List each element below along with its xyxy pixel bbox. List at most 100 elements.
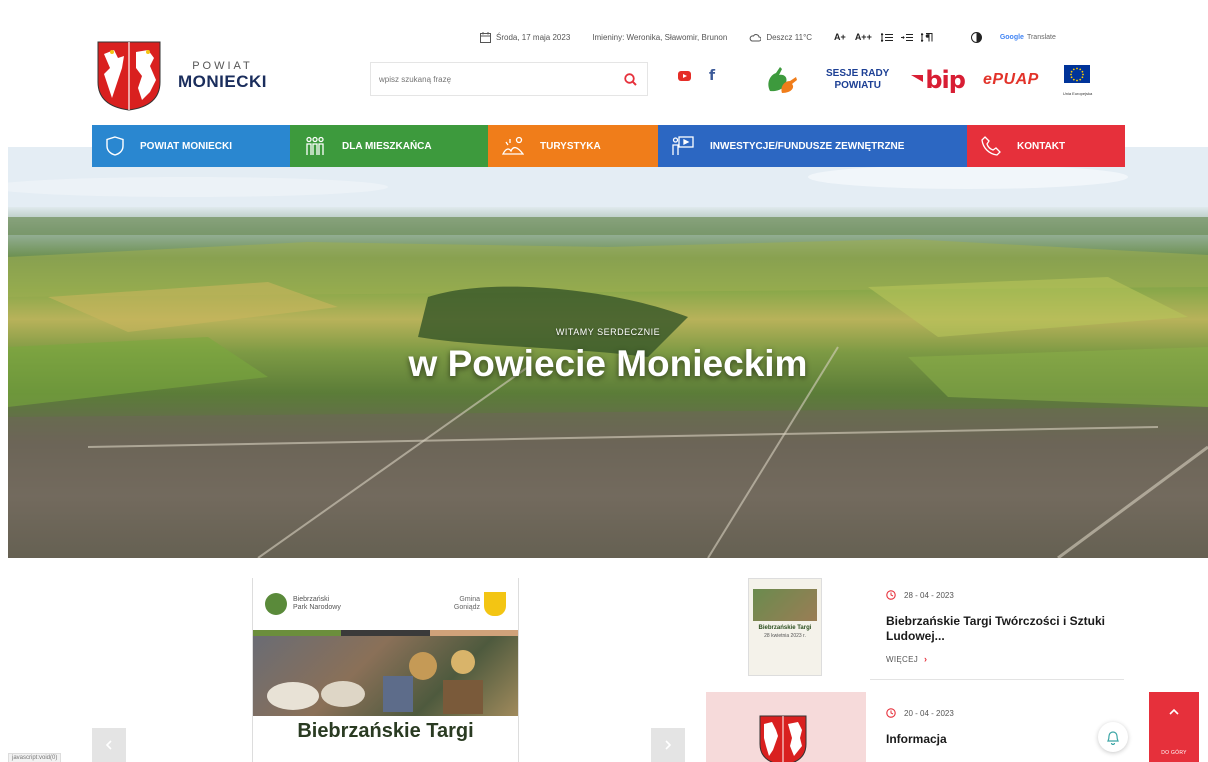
bip-logo-icon — [911, 74, 924, 82]
poster-header: Biebrzański Park Narodowy Gmina Goniądz — [253, 578, 518, 630]
font-increase-button[interactable]: A+ — [834, 32, 846, 42]
news-title[interactable]: Biebrzańskie Targi Twórczości i Sztuki L… — [886, 614, 1124, 644]
nav-item-inwestycje[interactable]: INWESTYCJE/FUNDUSZE ZEWNĘTRZNE — [658, 125, 967, 167]
hero-text: WITAMY SERDECZNIE w Powiecie Monieckim — [8, 327, 1208, 385]
news-title[interactable]: Informacja — [886, 732, 1124, 747]
date-display: Środa, 17 maja 2023 — [480, 31, 571, 43]
line-height-icon[interactable] — [880, 32, 893, 42]
sign-language-icon[interactable] — [764, 65, 798, 95]
cloud-icon — [749, 33, 762, 41]
epuap-link[interactable]: ePUAP — [983, 71, 1039, 89]
logo-text: POWIAT MONIECKI — [178, 60, 267, 92]
nav-label: INWESTYCJE/FUNDUSZE ZEWNĘTRZNE — [710, 140, 905, 152]
eu-label: Unia Europejska — [1062, 90, 1093, 96]
gmina-shield-icon — [484, 592, 506, 616]
translate-label: Translate — [1026, 33, 1056, 41]
notifications-button[interactable] — [1098, 722, 1128, 752]
news-item: 20 - 04 - 2023 Informacja — [870, 708, 1124, 747]
search-button[interactable] — [621, 70, 639, 88]
youtube-icon[interactable] — [678, 71, 691, 81]
eu-flag-icon — [1064, 64, 1091, 83]
thumbnail-date: 28 kwietnia 2023 r. — [764, 633, 806, 639]
featured-slide[interactable]: Biebrzański Park Narodowy Gmina Goniądz — [252, 578, 519, 762]
back-to-top-button[interactable]: DO GÓRY — [1149, 692, 1199, 762]
chevron-right-icon: › — [924, 654, 928, 664]
nav-item-powiat-moniecki[interactable]: POWIAT MONIECKI — [92, 125, 290, 167]
news-item: 28 - 04 - 2023 Biebrzańskie Targi Twórcz… — [870, 590, 1124, 664]
paragraph-spacing-icon[interactable] — [920, 32, 933, 42]
read-more-label: WIĘCEJ — [886, 654, 919, 664]
weather-text: Deszcz 11°C — [766, 32, 813, 42]
news-divider — [870, 679, 1124, 680]
park-logo-icon — [265, 593, 287, 615]
main-navigation: POWIAT MONIECKI DLA MIESZKAŃCA TURYSTYKA — [92, 125, 1125, 167]
hero-banner: WITAMY SERDECZNIE w Powiecie Monieckim — [8, 147, 1208, 558]
weather-display: Deszcz 11°C — [749, 33, 812, 42]
logo-big-text: MONIECKI — [178, 72, 267, 91]
date-text: Środa, 17 maja 2023 — [496, 32, 571, 42]
park-name: Biebrzański Park Narodowy — [293, 596, 341, 612]
letter-spacing-icon[interactable] — [900, 33, 913, 42]
font-increase-more-button[interactable]: A++ — [855, 32, 872, 42]
chevron-up-icon — [1169, 708, 1179, 715]
investment-icon — [672, 136, 694, 155]
calendar-icon — [480, 31, 491, 43]
logo-small-text: POWIAT — [192, 60, 253, 72]
news-date-text: 28 - 04 - 2023 — [904, 590, 954, 600]
facebook-icon[interactable]: f — [709, 68, 715, 84]
nameday-display: Imieniny: Weronika, Sławomir, Brunon — [592, 33, 727, 42]
residents-icon — [306, 136, 324, 155]
council-sessions-line2: POWIATU — [834, 80, 881, 91]
council-sessions-link[interactable]: SESJE RADY POWIATU — [826, 68, 889, 92]
clock-icon — [886, 708, 896, 718]
poster-title: Biebrzańskie Targi — [297, 720, 474, 742]
eu-link[interactable]: Unia Europejska — [1062, 64, 1093, 96]
council-sessions-line1: SESJE RADY — [826, 68, 890, 79]
park-name-line1: Biebrzański — [293, 596, 330, 603]
news-date-text: 20 - 04 - 2023 — [904, 708, 954, 718]
hero-title: w Powiecie Monieckim — [408, 343, 808, 384]
nav-label: TURYSTYKA — [540, 140, 601, 152]
bip-text: bip — [925, 66, 966, 94]
google-translate-widget[interactable]: Google Translate — [1000, 34, 1056, 41]
browser-status-bar: javascript:void(0) — [8, 753, 62, 762]
slider-next-button[interactable] — [651, 728, 685, 762]
park-logo: Biebrzański Park Narodowy — [265, 593, 341, 615]
gmina-name-line1: Gmina — [459, 596, 480, 603]
chevron-left-icon — [105, 740, 112, 750]
google-brand: Google — [999, 33, 1024, 41]
bell-icon — [1107, 730, 1119, 745]
coat-of-arms-icon — [97, 41, 161, 111]
bip-link[interactable]: bip — [911, 66, 966, 94]
nav-item-kontakt[interactable]: KONTAKT — [967, 125, 1125, 167]
back-to-top-label: DO GÓRY — [1161, 750, 1187, 756]
nameday-text: Imieniny: Weronika, Sławomir, Brunon — [592, 32, 728, 42]
news-thumbnail[interactable] — [706, 692, 866, 762]
news-date: 28 - 04 - 2023 — [886, 590, 1124, 600]
slider-prev-button[interactable] — [92, 728, 126, 762]
chevron-right-icon — [665, 740, 672, 750]
thumbnail-title: Biebrzańskie Targi — [758, 625, 812, 631]
tourism-icon — [502, 136, 524, 155]
hero-kicker: WITAMY SERDECZNIE — [555, 327, 661, 337]
sculptures-illustration — [267, 650, 483, 714]
search-input[interactable] — [379, 74, 621, 84]
nav-label: KONTAKT — [1017, 140, 1066, 152]
news-thumbnail[interactable]: Biebrzańskie Targi 28 kwietnia 2023 r. — [748, 578, 822, 676]
clock-icon — [886, 590, 896, 600]
thumbnail-photo — [753, 589, 817, 621]
news-date: 20 - 04 - 2023 — [886, 708, 1124, 718]
search-icon — [623, 72, 637, 86]
partner-links: SESJE RADY POWIATU bip ePUAP Unia Europe… — [764, 62, 1092, 98]
contrast-icon[interactable] — [970, 31, 982, 43]
nav-item-turystyka[interactable]: TURYSTYKA — [488, 125, 658, 167]
read-more-link[interactable]: WIĘCEJ › — [886, 654, 1124, 664]
page: POWIAT MONIECKI Środa, 17 maja 2023 Imie… — [0, 0, 1208, 762]
nav-item-dla-mieszkanca[interactable]: DLA MIESZKAŃCA — [290, 125, 488, 167]
top-info-bar: Środa, 17 maja 2023 Imieniny: Weronika, … — [480, 30, 1056, 44]
shield-icon — [106, 136, 124, 156]
park-name-line2: Park Narodowy — [293, 604, 341, 611]
folk-art-photo — [253, 636, 518, 716]
site-logo[interactable]: POWIAT MONIECKI — [96, 40, 267, 112]
coat-of-arms-icon — [759, 715, 807, 762]
